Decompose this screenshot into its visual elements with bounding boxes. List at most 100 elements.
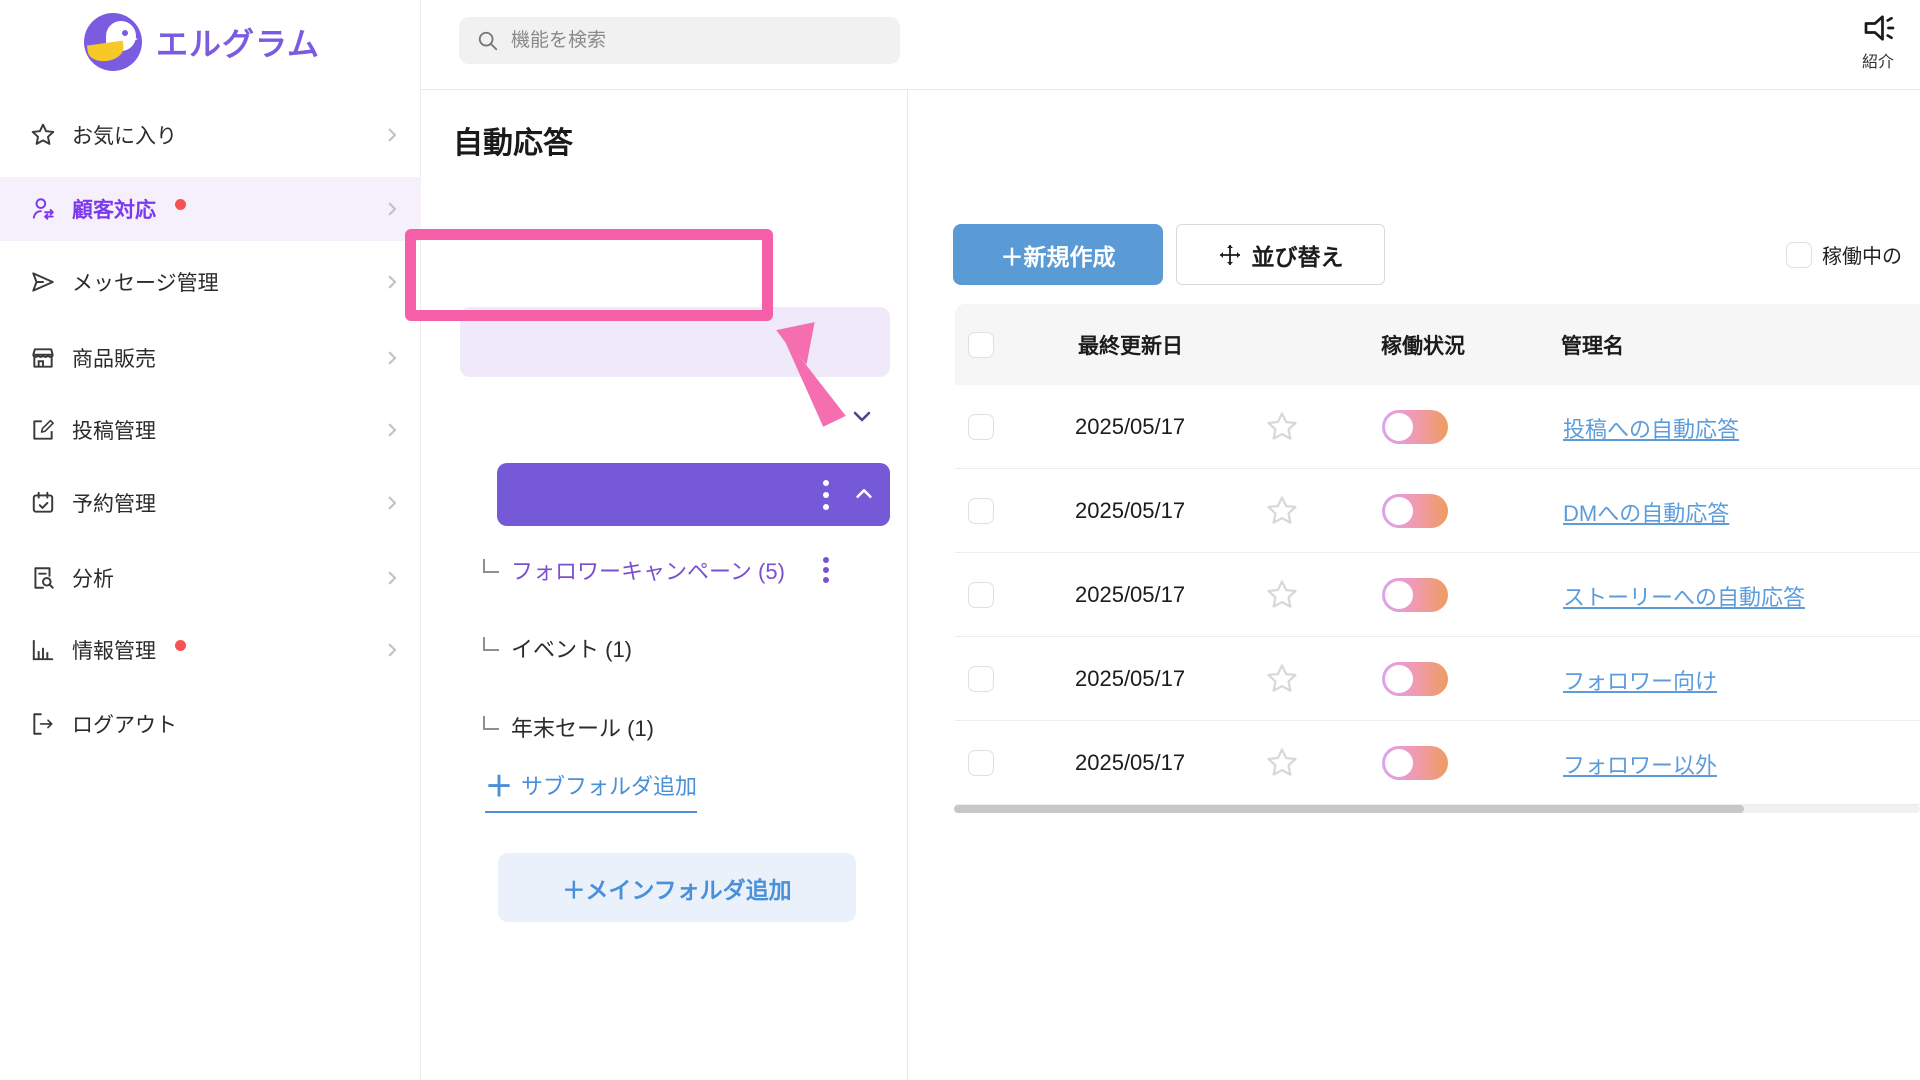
sidebar-item-customer-support[interactable]: 顧客対応 (0, 177, 421, 241)
chevron-right-icon (383, 494, 401, 512)
scrollbar-thumb[interactable] (954, 805, 1744, 813)
row-checkbox[interactable] (968, 498, 994, 524)
sidebar-item-favorites[interactable]: お気に入り (0, 103, 421, 167)
top-bar: 紹介 (421, 0, 1920, 90)
search-input[interactable] (511, 30, 871, 52)
subfolder-label[interactable]: イベント (1) (511, 632, 632, 664)
favorite-star-icon[interactable] (1265, 494, 1299, 528)
notification-dot (175, 199, 186, 210)
subfolder-label[interactable]: フォロワーキャンペーン (5) (511, 554, 785, 586)
document-search-icon (30, 565, 56, 591)
row-date: 2025/05/17 (1075, 498, 1185, 524)
row-checkbox[interactable] (968, 414, 994, 440)
sidebar-item-label: 商品販売 (72, 343, 156, 373)
kebab-menu-icon[interactable] (823, 556, 829, 584)
sidebar-item-label: メッセージ管理 (72, 267, 219, 297)
sidebar: エルグラム お気に入り 顧客対応 メッセージ管理 商品販売 投稿管理 (0, 0, 421, 1080)
sidebar-item-post-management[interactable]: 投稿管理 (0, 398, 421, 462)
status-toggle[interactable] (1382, 746, 1448, 780)
sidebar-item-product-sales[interactable]: 商品販売 (0, 326, 421, 390)
row-checkbox[interactable] (968, 666, 994, 692)
add-subfolder-link[interactable]: ＋ サブフォルダ追加 (485, 765, 697, 813)
sidebar-item-label: 顧客対応 (72, 194, 156, 224)
tree-elbow-icon (483, 637, 499, 651)
chevron-right-icon (383, 273, 401, 291)
chevron-right-icon (383, 641, 401, 659)
table-row: 2025/05/17 フォロワー以外 (955, 721, 1920, 805)
select-all-checkbox[interactable] (968, 332, 994, 358)
table-header: 最終更新日 稼働状況 管理名 (955, 304, 1920, 385)
column-header-date: 最終更新日 (1078, 330, 1183, 360)
status-toggle[interactable] (1382, 578, 1448, 612)
chevron-right-icon (383, 349, 401, 367)
row-name-link[interactable]: 投稿への自動応答 (1563, 412, 1739, 444)
favorite-star-icon[interactable] (1265, 662, 1299, 696)
referral-button[interactable]: 紹介 (1846, 10, 1910, 80)
table-row: 2025/05/17 投稿への自動応答 (955, 385, 1920, 469)
sidebar-item-message-management[interactable]: メッセージ管理 (0, 250, 421, 314)
app-logo[interactable]: エルグラム (84, 10, 384, 74)
sidebar-item-label: 予約管理 (72, 488, 156, 518)
folder-row-highlighted[interactable] (460, 307, 890, 377)
favorite-star-icon[interactable] (1265, 578, 1299, 612)
paper-plane-icon (30, 269, 56, 295)
row-name-link[interactable]: ストーリーへの自動応答 (1563, 580, 1805, 612)
table-row: 2025/05/17 フォロワー向け (955, 637, 1920, 721)
kebab-menu-icon[interactable] (823, 478, 829, 512)
tree-elbow-icon (483, 559, 499, 573)
status-toggle[interactable] (1382, 410, 1448, 444)
move-arrows-icon (1218, 243, 1242, 267)
create-new-button[interactable]: ＋新規作成 (953, 224, 1163, 285)
status-toggle[interactable] (1382, 662, 1448, 696)
tree-elbow-icon (483, 716, 499, 730)
sidebar-item-analytics[interactable]: 分析 (0, 546, 421, 610)
row-date: 2025/05/17 (1075, 414, 1185, 440)
sidebar-item-logout[interactable]: ログアウト (0, 692, 421, 756)
edit-pencil-icon (30, 417, 56, 443)
subfolder-label[interactable]: 年末セール (1) (511, 711, 654, 743)
row-date: 2025/05/17 (1075, 666, 1185, 692)
table-row: 2025/05/17 ストーリーへの自動応答 (955, 553, 1920, 637)
row-name-link[interactable]: フォロワー向け (1563, 664, 1717, 696)
column-header-status: 稼働状況 (1381, 330, 1465, 360)
sidebar-item-reservation-management[interactable]: 予約管理 (0, 471, 421, 535)
app-window: 自動応答 フォロワーキャンペーン (5) イベント (1) 年末セール (1) … (0, 0, 1920, 1080)
plus-icon: ＋ (485, 765, 513, 805)
storefront-icon (30, 345, 56, 371)
subfolder-item[interactable]: 年末セール (1) (483, 707, 893, 747)
chevron-up-icon[interactable] (853, 483, 875, 505)
row-name-link[interactable]: フォロワー以外 (1563, 748, 1717, 780)
chevron-right-icon (383, 421, 401, 439)
add-mainfolder-button[interactable]: ＋メインフォルダ追加 (498, 853, 856, 922)
brand-name: エルグラム (156, 19, 320, 65)
chevron-down-icon[interactable] (850, 404, 874, 428)
favorite-star-icon[interactable] (1265, 410, 1299, 444)
sort-button[interactable]: 並び替え (1176, 224, 1385, 285)
selected-folder-button[interactable] (497, 463, 890, 526)
subfolder-item[interactable]: フォロワーキャンペーン (5) (483, 550, 893, 590)
row-checkbox[interactable] (968, 750, 994, 776)
sort-label: 並び替え (1252, 238, 1344, 272)
search-icon (477, 30, 499, 52)
referral-label: 紹介 (1862, 48, 1894, 72)
row-checkbox[interactable] (968, 582, 994, 608)
sidebar-item-label: 投稿管理 (72, 415, 156, 445)
sidebar-item-label: お気に入り (72, 120, 177, 150)
add-subfolder-label: サブフォルダ追加 (521, 769, 697, 801)
sidebar-item-label: 情報管理 (72, 635, 156, 665)
subfolder-item[interactable]: イベント (1) (483, 628, 893, 668)
favorite-star-icon[interactable] (1265, 746, 1299, 780)
chevron-right-icon (383, 200, 401, 218)
row-name-link[interactable]: DMへの自動応答 (1563, 496, 1729, 528)
calendar-icon (30, 490, 56, 516)
status-toggle[interactable] (1382, 494, 1448, 528)
bird-logo-icon (84, 13, 142, 71)
feature-search[interactable] (459, 17, 900, 64)
horizontal-scrollbar[interactable] (954, 805, 1920, 813)
chevron-right-icon (383, 569, 401, 587)
sidebar-item-info-management[interactable]: 情報管理 (0, 618, 421, 682)
active-only-checkbox[interactable] (1786, 242, 1812, 268)
panel-divider (907, 90, 908, 1080)
bar-chart-icon (30, 637, 56, 663)
row-date: 2025/05/17 (1075, 750, 1185, 776)
